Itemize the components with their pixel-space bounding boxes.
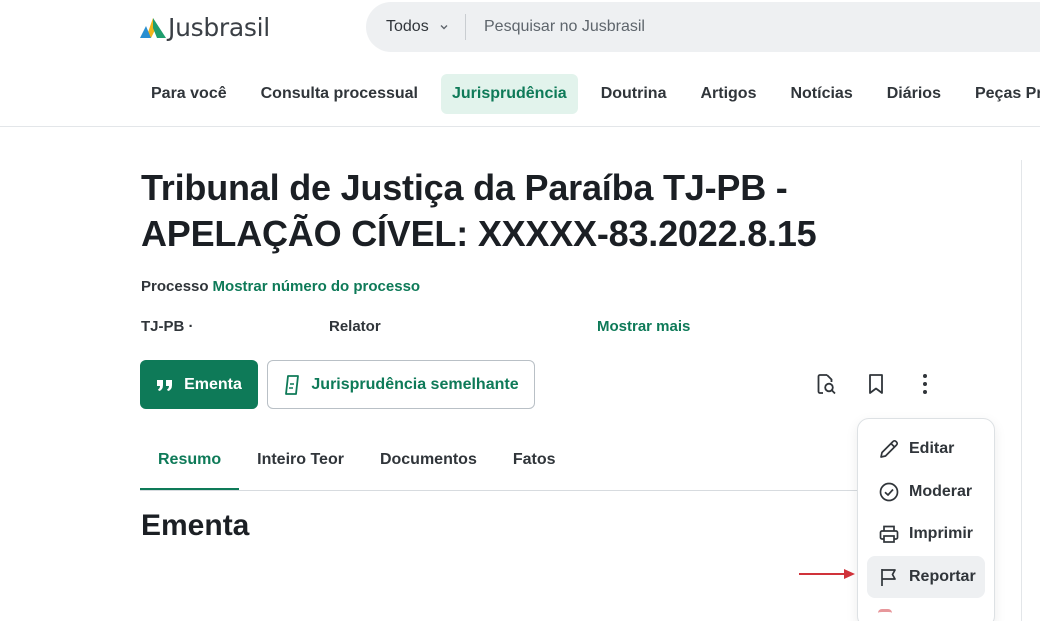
menu-item-imprimir[interactable]: Imprimir — [867, 513, 985, 555]
check-circle-icon — [878, 481, 900, 503]
search-scope-label: Todos — [386, 18, 429, 35]
nav-item-consulta-processual[interactable]: Consulta processual — [250, 74, 429, 114]
logo-icon — [140, 18, 166, 38]
menu-item-imprimir-label: Imprimir — [909, 525, 974, 542]
nav-item-pecas-pro[interactable]: Peças Pro — [964, 74, 1040, 114]
menu-item-moderar[interactable]: Moderar — [867, 471, 985, 513]
ementa-button[interactable]: Ementa — [140, 360, 258, 409]
court-label: TJ-PB · — [141, 318, 194, 335]
tab-resumo[interactable]: Resumo — [140, 440, 240, 490]
menu-item-editar[interactable]: Editar — [867, 428, 985, 470]
content-tabs: Resumo Inteiro Teor Documentos Fatos — [140, 440, 574, 490]
document-scale-icon — [283, 374, 301, 395]
nav-item-para-voce[interactable]: Para você — [140, 74, 238, 114]
nav-item-jurisprudencia[interactable]: Jurisprudência — [440, 74, 578, 114]
menu-item-partial-hidden — [878, 609, 892, 617]
menu-item-reportar[interactable]: Reportar — [867, 556, 985, 598]
rapporteur-label: Relator — [329, 318, 381, 335]
process-label: Processo — [141, 278, 209, 295]
nav-item-doutrina[interactable]: Doutrina — [590, 74, 678, 114]
tab-inteiro-teor[interactable]: Inteiro Teor — [239, 440, 362, 490]
page-title-line2: APELAÇÃO CÍVEL: XXXXX-83.2022.8.15 — [141, 213, 817, 254]
more-vertical-icon[interactable] — [911, 370, 939, 398]
search-scope-select[interactable]: Todos — [366, 14, 466, 40]
nav-item-artigos[interactable]: Artigos — [689, 74, 767, 114]
similar-jurisprudence-button[interactable]: Jurisprudência semelhante — [267, 360, 535, 409]
ementa-button-label: Ementa — [184, 375, 242, 393]
more-options-menu: Editar Moderar Imprimir Reportar — [857, 418, 995, 621]
header-divider — [0, 126, 1040, 127]
menu-item-editar-label: Editar — [909, 440, 955, 457]
menu-item-moderar-label: Moderar — [909, 483, 973, 500]
bookmark-icon[interactable] — [862, 370, 890, 398]
search-document-icon[interactable] — [812, 370, 840, 398]
similar-jurisprudence-label: Jurisprudência semelhante — [311, 375, 519, 393]
search-bar: Todos — [366, 2, 1040, 52]
page-title-line1: Tribunal de Justiça da Paraíba TJ-PB - — [141, 167, 788, 208]
tab-fatos[interactable]: Fatos — [495, 440, 574, 490]
jusbrasil-logo[interactable]: Jusbrasil — [140, 12, 270, 42]
sidebar-divider — [1021, 160, 1022, 621]
page-title: Tribunal de Justiça da Paraíba TJ-PB - A… — [141, 165, 861, 257]
menu-item-reportar-label: Reportar — [909, 568, 976, 585]
show-more-link[interactable]: Mostrar mais — [597, 318, 690, 335]
pencil-icon — [878, 438, 900, 460]
tabs-divider — [140, 490, 860, 491]
flag-icon — [878, 566, 900, 588]
nav-item-diarios[interactable]: Diários — [876, 74, 952, 114]
section-title-ementa: Ementa — [141, 509, 250, 542]
quote-icon — [156, 378, 174, 392]
nav-item-noticias[interactable]: Notícias — [779, 74, 863, 114]
show-process-number-link[interactable]: Mostrar número do processo — [213, 278, 421, 295]
annotation-arrow-icon — [799, 569, 855, 579]
search-input[interactable] — [484, 18, 984, 36]
chevron-down-icon — [439, 22, 449, 32]
logo-text: Jusbrasil — [168, 12, 270, 42]
printer-icon — [878, 523, 900, 545]
tab-documentos[interactable]: Documentos — [362, 440, 495, 490]
process-line: Processo Mostrar número do processo — [141, 278, 420, 295]
main-nav: Para você Consulta processual Jurisprudê… — [140, 74, 1040, 114]
